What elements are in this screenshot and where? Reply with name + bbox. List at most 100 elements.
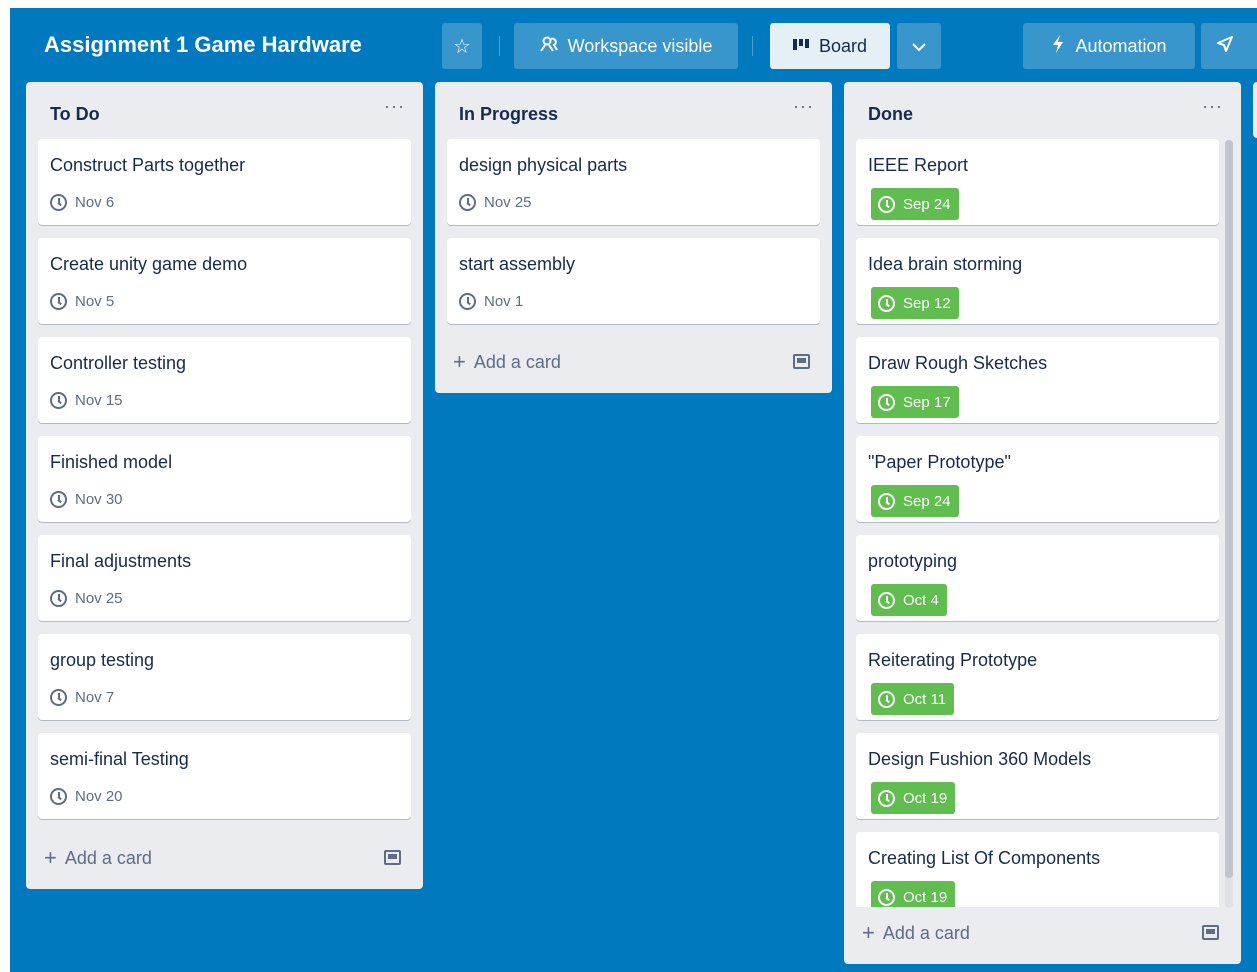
scrollbar-thumb[interactable] (1225, 140, 1233, 878)
card[interactable]: Reiterating Prototype Oct 11 (856, 634, 1219, 720)
add-card-button[interactable]: + Add a card (453, 342, 561, 382)
due-date-complete-badge: Oct 19 (871, 782, 956, 814)
card-template-icon[interactable] (1202, 925, 1219, 940)
add-card-label: Add a card (64, 847, 152, 868)
visibility-button[interactable]: Workspace visible (514, 23, 738, 69)
clock-icon (50, 490, 67, 508)
add-card-label: Add a card (882, 922, 970, 943)
board-view-button[interactable]: Board (770, 23, 890, 69)
card-title: Creating List Of Components (868, 848, 1101, 868)
add-card-button[interactable]: + Add a card (862, 913, 970, 953)
star-button[interactable]: ☆ (442, 23, 482, 69)
plus-icon: + (453, 349, 466, 374)
card[interactable]: "Paper Prototype" Sep 24 (856, 436, 1219, 522)
header-divider (752, 36, 753, 56)
clock-icon (878, 195, 895, 213)
card-title: prototyping (868, 551, 958, 571)
due-date-text: Oct 19 (903, 789, 948, 807)
card[interactable]: Create unity game demo Nov 5 (38, 238, 411, 324)
due-date-badge: Nov 1 (459, 288, 523, 314)
clock-icon (50, 787, 67, 805)
list-title[interactable]: Done (868, 104, 913, 125)
due-date-badge: Nov 5 (50, 288, 114, 314)
due-date-complete-badge: Oct 4 (871, 584, 947, 616)
card-list-scroll-area[interactable]: IEEE Report Sep 24 Idea brain storming S… (844, 139, 1241, 907)
window-frame-top (0, 0, 1257, 8)
power-ups-button[interactable] (1201, 23, 1257, 69)
list-menu-button[interactable]: ··· (1202, 96, 1223, 117)
card-template-icon[interactable] (793, 354, 810, 369)
card[interactable]: Creating List Of Components Oct 19 (856, 832, 1219, 907)
add-card-label: Add a card (473, 351, 561, 372)
card[interactable]: Idea brain storming Sep 12 (856, 238, 1219, 324)
clock-icon (50, 391, 67, 409)
card[interactable]: IEEE Report Sep 24 (856, 139, 1219, 225)
list-todo: To Do ··· Construct Parts together Nov 6… (26, 82, 423, 889)
due-date-complete-badge: Sep 12 (871, 287, 959, 319)
due-date-badge: Nov 25 (50, 585, 123, 611)
list-menu-button[interactable]: ··· (793, 96, 814, 117)
card-title: Design Fushion 360 Models (868, 749, 1092, 769)
list-header: To Do ··· (26, 82, 423, 142)
card[interactable]: design physical parts Nov 25 (447, 139, 820, 225)
due-date-text: Oct 4 (903, 591, 939, 609)
card-title: semi-final Testing (50, 749, 189, 769)
due-date-complete-badge: Oct 19 (871, 881, 956, 907)
card[interactable]: group testing Nov 7 (38, 634, 411, 720)
view-switcher-button[interactable] (897, 23, 941, 69)
header-divider (499, 36, 500, 56)
card[interactable]: Finished model Nov 30 (38, 436, 411, 522)
board-icon (792, 36, 809, 56)
card-title: Construct Parts together (50, 155, 246, 175)
card-title: IEEE Report (868, 155, 969, 175)
list-title[interactable]: In Progress (459, 104, 558, 125)
due-date-complete-badge: Sep 24 (871, 485, 959, 517)
list-scrollbar[interactable] (1225, 140, 1233, 908)
board-view-label: Board (818, 35, 868, 56)
plus-icon: + (44, 845, 57, 870)
clock-icon (459, 193, 476, 211)
card-title: Idea brain storming (868, 254, 1023, 274)
card-title: Draw Rough Sketches (868, 353, 1048, 373)
card[interactable]: Final adjustments Nov 25 (38, 535, 411, 621)
list-menu-button[interactable]: ··· (384, 96, 405, 117)
due-date-complete-badge: Sep 17 (871, 386, 959, 418)
card[interactable]: start assembly Nov 1 (447, 238, 820, 324)
clock-icon (50, 688, 67, 706)
due-date-text: Nov 6 (75, 193, 115, 211)
card[interactable]: Construct Parts together Nov 6 (38, 139, 411, 225)
card[interactable]: prototyping Oct 4 (856, 535, 1219, 621)
card-title: "Paper Prototype" (868, 452, 1011, 472)
card-title: Create unity game demo (50, 254, 248, 274)
due-date-text: Sep 24 (903, 195, 951, 213)
card-template-icon[interactable] (384, 850, 401, 865)
visibility-label: Workspace visible (567, 35, 713, 56)
clock-icon (878, 591, 895, 609)
plus-icon: + (862, 920, 875, 945)
due-date-badge: Nov 20 (50, 783, 123, 809)
automation-button[interactable]: Automation (1023, 23, 1195, 69)
due-date-text: Nov 20 (75, 787, 123, 805)
next-list-edge (1253, 82, 1257, 138)
card[interactable]: Draw Rough Sketches Sep 17 (856, 337, 1219, 423)
star-icon: ☆ (453, 35, 471, 58)
card[interactable]: Controller testing Nov 15 (38, 337, 411, 423)
list-title[interactable]: To Do (50, 104, 100, 125)
lightning-icon (1051, 34, 1065, 58)
due-date-text: Oct 19 (903, 888, 948, 906)
card[interactable]: Design Fushion 360 Models Oct 19 (856, 733, 1219, 819)
due-date-text: Nov 25 (484, 193, 532, 211)
card-title: Reiterating Prototype (868, 650, 1038, 670)
due-date-badge: Nov 30 (50, 486, 123, 512)
chevron-down-icon (912, 36, 926, 57)
clock-icon (50, 292, 67, 310)
due-date-badge: Nov 15 (50, 387, 123, 413)
add-card-button[interactable]: + Add a card (44, 838, 152, 878)
clock-icon (459, 292, 476, 310)
list-header: Done ··· (844, 82, 1241, 142)
board-title[interactable]: Assignment 1 Game Hardware (44, 32, 362, 58)
card-title: Finished model (50, 452, 173, 472)
card[interactable]: semi-final Testing Nov 20 (38, 733, 411, 819)
card-title: Final adjustments (50, 551, 192, 571)
list-done: Done ··· IEEE Report Sep 24 Idea brain s… (844, 82, 1241, 964)
